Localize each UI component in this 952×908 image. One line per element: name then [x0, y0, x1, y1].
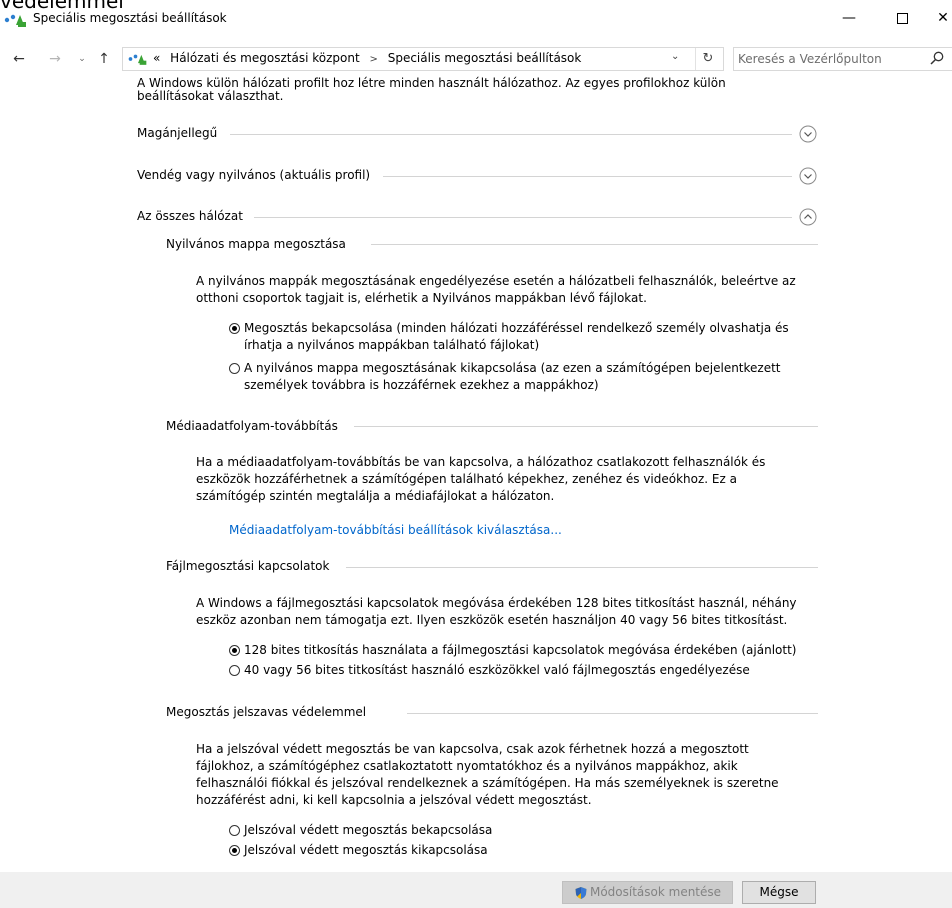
- option-password-on[interactable]: Jelszóval védett megosztás bekapcsolása: [244, 822, 492, 839]
- radio-public-folder-off[interactable]: [229, 363, 240, 374]
- password-desc-line-1: Ha a jelszóval védett megosztás be van k…: [196, 742, 749, 756]
- maximize-icon: [896, 12, 908, 24]
- minimize-button[interactable]: —: [829, 6, 869, 30]
- radio-encryption-128[interactable]: [229, 645, 240, 656]
- navigation-bar: ← → ⌄ ↑ « Hálózati és megosztási központ…: [0, 45, 952, 73]
- file-sharing-desc-line-1: A Windows a fájlmegosztási kapcsolatok m…: [196, 596, 797, 610]
- refresh-button[interactable]: ↻: [695, 48, 720, 70]
- radio-encryption-40-56[interactable]: [229, 665, 240, 676]
- uac-shield-icon: [575, 886, 587, 899]
- option-public-folder-on-line-1[interactable]: Megosztás bekapcsolása (minden hálózati …: [244, 320, 789, 337]
- option-public-folder-off-line-2[interactable]: személyek továbbra is hozzáférnek ezekhe…: [244, 377, 599, 394]
- section-heading-file-sharing: Fájlmegosztási kapcsolatok: [166, 559, 330, 573]
- breadcrumb-separator[interactable]: >: [369, 54, 377, 65]
- section-heading-password-protection: Megosztás jelszavas védelemmel: [166, 705, 367, 719]
- cancel-button[interactable]: Mégse: [742, 881, 816, 904]
- password-desc-line-2: fájlokhoz, a számítógéphez csatlakoztato…: [196, 759, 738, 773]
- breadcrumb-item-network-center[interactable]: Hálózati és megosztási központ: [170, 51, 359, 65]
- media-desc-line-2: eszközök hozzáférhetnek a számítógépen t…: [196, 472, 737, 486]
- section-heading-public-folder: Nyilvános mappa megosztása: [166, 237, 346, 251]
- option-password-off[interactable]: Jelszóval védett megosztás kikapcsolása: [244, 842, 488, 859]
- radio-password-on[interactable]: [229, 825, 240, 836]
- option-encryption-40-56[interactable]: 40 vagy 56 bites titkosítást használó es…: [244, 662, 750, 679]
- back-button[interactable]: ←: [9, 49, 29, 69]
- option-public-folder-off-line-1[interactable]: A nyilvános mappa megosztásának kikapcso…: [244, 360, 781, 377]
- divider: [346, 567, 818, 568]
- divider: [371, 244, 818, 245]
- divider: [383, 176, 792, 177]
- search-icon[interactable]: [929, 50, 945, 66]
- breadcrumb-item-advanced-sharing[interactable]: Speciális megosztási beállítások: [388, 51, 582, 65]
- search-input[interactable]: [738, 50, 918, 67]
- section-heading-media-streaming: Médiaadatfolyam-továbbítás: [166, 419, 338, 433]
- search-box[interactable]: [733, 47, 952, 71]
- password-desc-line-4: hozzáférést adni, ki kell kapcsolnia a j…: [196, 793, 592, 807]
- up-button[interactable]: ↑: [94, 49, 114, 69]
- media-streaming-settings-link[interactable]: Médiaadatfolyam-továbbítási beállítások …: [229, 522, 562, 539]
- intro-text-line-2: beállításokat választhat.: [137, 89, 284, 103]
- public-folder-desc-line-1: A nyilvános mappák megosztásának engedél…: [196, 274, 796, 288]
- divider: [407, 713, 818, 714]
- forward-button[interactable]: →: [45, 49, 65, 69]
- network-center-icon: [128, 54, 147, 65]
- breadcrumb: « Hálózati és megosztási központ > Speci…: [153, 51, 581, 65]
- footer-bar: Módosítások mentése Mégse: [0, 872, 952, 908]
- file-sharing-desc-line-2: eszköz azonban nem támogatja ezt. Ilyen …: [196, 613, 788, 627]
- title-bar: Speciális megosztási beállítások — ✕: [0, 0, 952, 36]
- recent-locations-button[interactable]: ⌄: [72, 49, 92, 69]
- address-bar[interactable]: « Hálózati és megosztási központ > Speci…: [122, 47, 724, 71]
- network-center-icon: [4, 14, 26, 27]
- option-public-folder-on-line-2[interactable]: írhatja a nyilvános mappákban található …: [244, 337, 539, 354]
- maximize-button[interactable]: [882, 6, 922, 30]
- chevron-down-icon[interactable]: [799, 167, 817, 185]
- password-desc-line-3: felhasználói fiókkal és jelszóval rendel…: [196, 776, 779, 790]
- media-desc-line-1: Ha a médiaadatfolyam-továbbítás be van k…: [196, 455, 766, 469]
- save-changes-button[interactable]: Módosítások mentése: [562, 881, 733, 904]
- radio-password-off[interactable]: [229, 845, 240, 856]
- chevron-up-icon[interactable]: [799, 208, 817, 226]
- profile-all-networks-label[interactable]: Az összes hálózat: [137, 208, 243, 225]
- address-dropdown-button[interactable]: ⌄: [671, 51, 679, 62]
- divider: [230, 134, 792, 135]
- media-desc-line-3: számítógép szintén megtalálja a médiafáj…: [196, 489, 555, 503]
- radio-public-folder-on[interactable]: [229, 323, 240, 334]
- public-folder-desc-line-2: otthoni csoportok tagjait is, elérhetik …: [196, 291, 647, 305]
- divider: [254, 217, 792, 218]
- close-button[interactable]: ✕: [923, 6, 952, 30]
- profile-guest-public-label[interactable]: Vendég vagy nyilvános (aktuális profil): [137, 167, 370, 184]
- divider: [354, 426, 818, 427]
- save-changes-label: Módosítások mentése: [589, 885, 722, 899]
- chevron-down-icon[interactable]: [799, 125, 817, 143]
- option-encryption-128[interactable]: 128 bites titkosítás használata a fájlme…: [244, 642, 796, 659]
- window-title: Speciális megosztási beállítások: [33, 11, 227, 25]
- profile-private-label[interactable]: Magánjellegű: [137, 125, 224, 142]
- breadcrumb-overflow[interactable]: «: [153, 51, 160, 65]
